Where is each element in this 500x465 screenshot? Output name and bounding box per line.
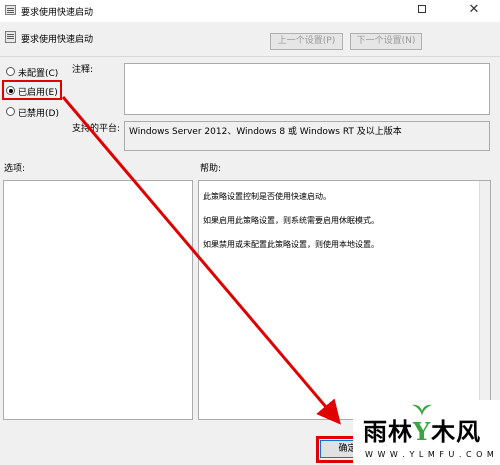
- supported-platform-value: Windows Server 2012、Windows 8 或 Windows …: [124, 121, 490, 151]
- close-icon[interactable]: ✕: [454, 1, 494, 19]
- options-pane: [3, 180, 193, 420]
- setting-title: 要求使用快速启动: [21, 35, 94, 45]
- not-configured-label[interactable]: 未配置(C): [18, 66, 58, 79]
- disabled-radio[interactable]: [6, 107, 15, 116]
- help-paragraph: 如果启用此策略设置，则系统需要启用休眠模式。: [203, 216, 379, 225]
- help-paragraph: 此策略设置控制是否使用快速启动。: [203, 192, 331, 201]
- window-title: 要求使用快速启动: [21, 8, 94, 18]
- options-label: 选项:: [4, 164, 26, 174]
- watermark-logo: 雨林Y木风: [363, 417, 482, 446]
- next-setting-button[interactable]: 下一个设置(N): [350, 33, 422, 50]
- watermark: 雨林Y木风 W W W . Y L M F U . C O M: [353, 400, 500, 465]
- disabled-label[interactable]: 已禁用(D): [18, 106, 59, 119]
- comment-label: 注释:: [72, 65, 94, 75]
- help-scrollbar[interactable]: [479, 181, 490, 419]
- divider: [0, 56, 500, 57]
- help-paragraph: 如果禁用或未配置此策略设置，则使用本地设置。: [203, 240, 379, 249]
- policy-setting-icon: [5, 31, 16, 43]
- watermark-url: W W W . Y L M F U . C O M: [365, 450, 495, 459]
- help-pane: 此策略设置控制是否使用快速启动。 如果启用此策略设置，则系统需要启用休眠模式。 …: [198, 180, 491, 420]
- supported-platform-label: 支持的平台:: [72, 124, 121, 134]
- help-label: 帮助:: [200, 164, 222, 174]
- not-configured-radio[interactable]: [6, 67, 15, 76]
- policy-setting-icon: [5, 5, 16, 15]
- maximize-icon[interactable]: [414, 3, 430, 17]
- previous-setting-button[interactable]: 上一个设置(P): [270, 33, 343, 50]
- enabled-highlight-box: [2, 80, 62, 100]
- comment-textarea[interactable]: [124, 63, 490, 115]
